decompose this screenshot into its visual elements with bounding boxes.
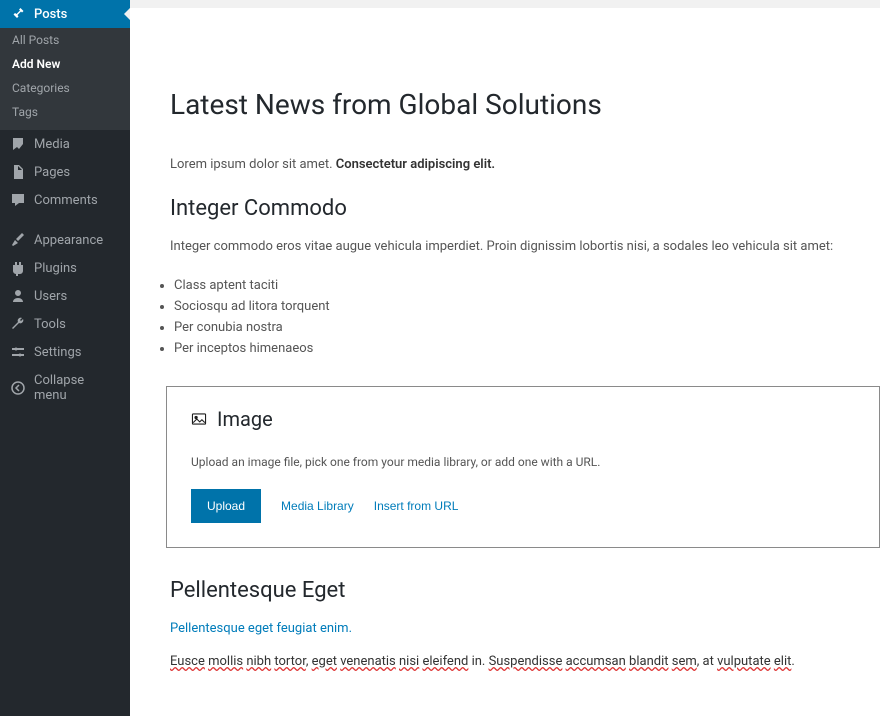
editor-canvas[interactable]: Latest News from Global Solutions Lorem … xyxy=(130,8,880,716)
image-block-header: Image xyxy=(191,407,855,431)
link-paragraph[interactable]: Pellentesque eget feugiat enim. xyxy=(170,621,880,636)
sidebar-item-pages[interactable]: Pages xyxy=(0,158,130,186)
sidebar-plugins-label: Plugins xyxy=(34,261,77,276)
sidebar-pages-label: Pages xyxy=(34,165,70,180)
integer-paragraph[interactable]: Integer commodo eros vitae augue vehicul… xyxy=(170,239,880,254)
dot: . xyxy=(791,654,794,669)
word: accumsan xyxy=(566,654,626,669)
sidebar-item-comments[interactable]: Comments xyxy=(0,186,130,214)
intro-paragraph[interactable]: Lorem ipsum dolor sit amet. Consectetur … xyxy=(170,157,880,172)
word: venenatis xyxy=(340,654,396,669)
sep: in. xyxy=(468,654,488,669)
word: sem xyxy=(672,654,697,669)
sidebar-appearance-label: Appearance xyxy=(34,233,103,248)
sidebar-comments-label: Comments xyxy=(34,193,98,208)
pin-icon xyxy=(10,6,26,22)
word: eget xyxy=(312,654,337,669)
word: elit xyxy=(774,654,791,669)
user-icon xyxy=(10,288,26,304)
sidebar-users-label: Users xyxy=(34,289,67,304)
list-item[interactable]: Per conubia nostra xyxy=(174,320,880,335)
word: nibh xyxy=(246,654,271,669)
word: eleifend xyxy=(422,654,468,669)
submenu-categories[interactable]: Categories xyxy=(0,76,130,100)
image-block-label: Image xyxy=(217,407,273,431)
pages-icon xyxy=(10,164,26,180)
insert-from-url-button[interactable]: Insert from URL xyxy=(374,499,459,513)
sidebar-item-plugins[interactable]: Plugins xyxy=(0,254,130,282)
admin-sidebar: Posts All Posts Add New Categories Tags … xyxy=(0,0,130,716)
sidebar-item-media[interactable]: Media xyxy=(0,130,130,158)
image-icon xyxy=(191,411,207,427)
word: blandit xyxy=(629,654,668,669)
heading-pellentesque[interactable]: Pellentesque Eget xyxy=(170,578,880,603)
collapse-icon xyxy=(10,380,26,396)
image-block-placeholder[interactable]: Image Upload an image file, pick one fro… xyxy=(166,386,880,548)
collapse-label: Collapse menu xyxy=(34,373,120,403)
list-item[interactable]: Sociosqu ad litora torquent xyxy=(174,299,880,314)
heading-integer[interactable]: Integer Commodo xyxy=(170,196,880,221)
sidebar-tools-label: Tools xyxy=(34,317,66,332)
wrench-icon xyxy=(10,316,26,332)
submenu-tags[interactable]: Tags xyxy=(0,100,130,124)
sep: , at xyxy=(697,654,717,669)
sidebar-item-tools[interactable]: Tools xyxy=(0,310,130,338)
word: Eusce xyxy=(170,654,205,669)
word: mollis xyxy=(208,654,243,669)
word: vulputate xyxy=(717,654,771,669)
intro-plain: Lorem ipsum dolor sit amet. xyxy=(170,157,336,172)
sidebar-media-label: Media xyxy=(34,137,70,152)
sidebar-item-settings[interactable]: Settings xyxy=(0,338,130,366)
media-library-button[interactable]: Media Library xyxy=(281,499,354,513)
submenu-add-new[interactable]: Add New xyxy=(0,52,130,76)
sidebar-item-appearance[interactable]: Appearance xyxy=(0,226,130,254)
final-paragraph[interactable]: Eusce mollis nibh tortor, eget venenatis… xyxy=(170,654,880,669)
image-block-desc: Upload an image file, pick one from your… xyxy=(191,455,855,469)
list-item[interactable]: Class aptent taciti xyxy=(174,278,880,293)
sidebar-posts-label: Posts xyxy=(34,7,67,22)
media-icon xyxy=(10,136,26,152)
brush-icon xyxy=(10,232,26,248)
sidebar-item-posts[interactable]: Posts xyxy=(0,0,130,28)
post-title[interactable]: Latest News from Global Solutions xyxy=(170,88,880,121)
plug-icon xyxy=(10,260,26,276)
bullet-list[interactable]: Class aptent taciti Sociosqu ad litora t… xyxy=(154,278,880,356)
submenu-all-posts[interactable]: All Posts xyxy=(0,28,130,52)
word: Suspendisse xyxy=(489,654,563,669)
sidebar-settings-label: Settings xyxy=(34,345,81,360)
posts-submenu: All Posts Add New Categories Tags xyxy=(0,28,130,130)
collapse-menu[interactable]: Collapse menu xyxy=(0,366,130,410)
sliders-icon xyxy=(10,344,26,360)
upload-button[interactable]: Upload xyxy=(191,489,261,523)
list-item[interactable]: Per inceptos himenaeos xyxy=(174,341,880,356)
sidebar-item-users[interactable]: Users xyxy=(0,282,130,310)
intro-bold: Consectetur adipiscing elit. xyxy=(336,157,495,172)
image-block-actions: Upload Media Library Insert from URL xyxy=(191,489,855,523)
word: nisi xyxy=(399,654,419,669)
word: tortor xyxy=(274,654,305,669)
comments-icon xyxy=(10,192,26,208)
